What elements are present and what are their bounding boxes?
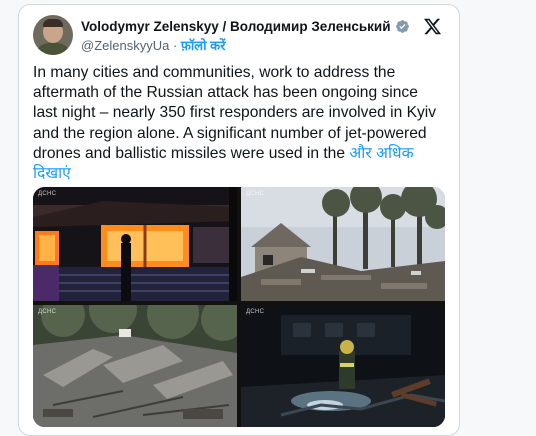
avatar-hair [43, 19, 63, 27]
verified-badge-icon [395, 19, 409, 33]
photo-watermark: ДСНС [38, 309, 57, 315]
photo-watermark: ДСНС [246, 191, 265, 197]
handle-separator: · [169, 38, 181, 53]
handle-row: @ZelenskyyUa · फ़ॉलो करें [81, 36, 225, 54]
rubble-image [33, 305, 237, 427]
photo-rubble[interactable]: ДСНС [33, 305, 237, 427]
burning-building-image [33, 187, 237, 301]
follow-button[interactable]: फ़ॉलो करें [181, 38, 225, 53]
author-handle[interactable]: @ZelenskyyUa [81, 38, 169, 53]
tweet-text: In many cities and communities, work to … [33, 63, 445, 184]
author-avatar[interactable] [33, 15, 73, 55]
photo-watermark: ДСНС [246, 309, 265, 315]
photo-destroyed-houses[interactable]: ДСНС [241, 187, 445, 301]
media-grid: ДСНС ДСНС ДСНС ДСНС [33, 187, 445, 427]
photo-burning-building[interactable]: ДСНС [33, 187, 237, 301]
avatar-shirt [35, 43, 71, 55]
author-name[interactable]: Volodymyr Zelenskyy / Володимир Зеленськ… [81, 19, 391, 34]
author-name-row: Volodymyr Zelenskyy / Володимир Зеленськ… [81, 17, 410, 35]
photo-firefighter[interactable]: ДСНС [241, 305, 445, 427]
firefighter-image [241, 305, 445, 427]
x-logo-icon[interactable] [423, 17, 442, 36]
destroyed-houses-image [241, 187, 445, 301]
tweet-card[interactable]: Volodymyr Zelenskyy / Володимир Зеленськ… [18, 4, 460, 436]
photo-watermark: ДСНС [38, 191, 57, 197]
